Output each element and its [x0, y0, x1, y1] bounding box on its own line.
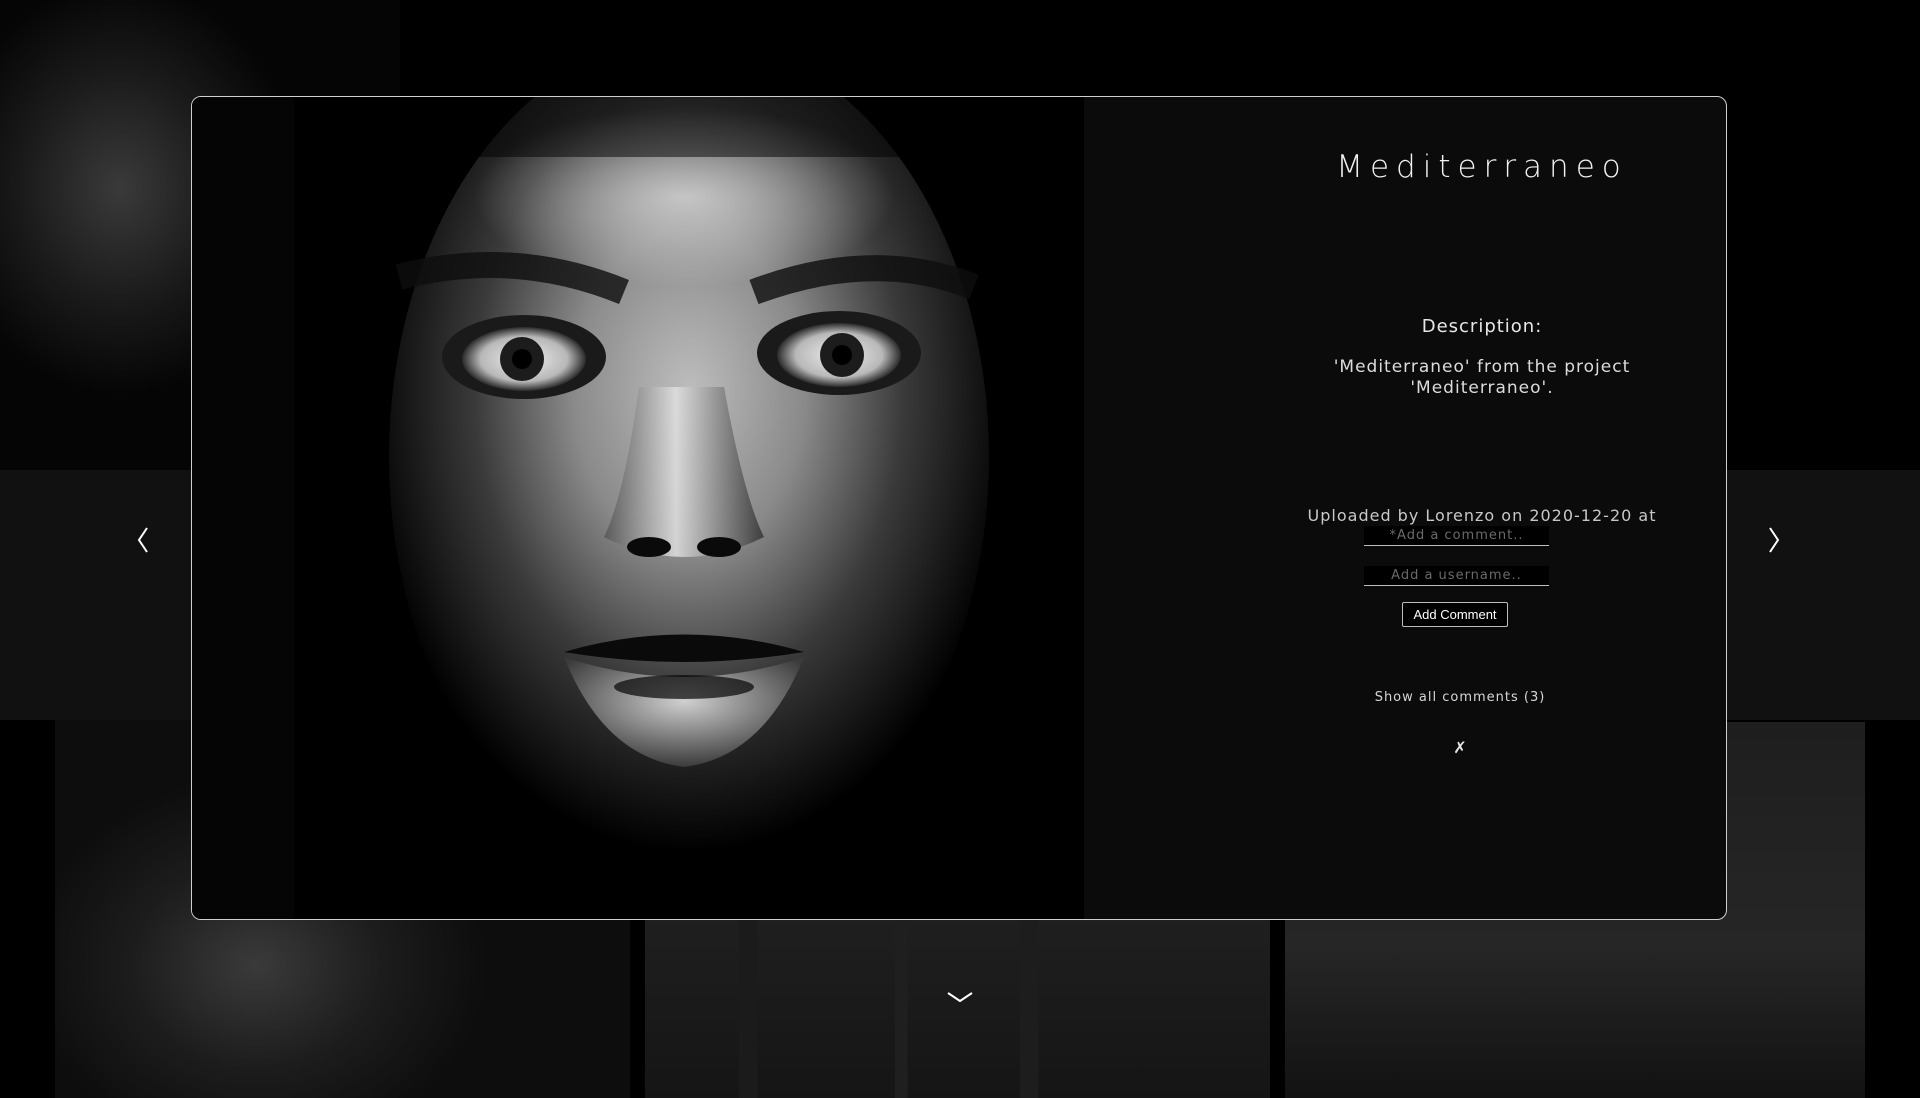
photo-title: Mediterraneo [1336, 149, 1628, 185]
photo-detail-modal: Mediterraneo Description: 'Mediterraneo'… [191, 96, 1727, 920]
description-text: 'Mediterraneo' from the project 'Mediter… [1333, 357, 1631, 398]
show-all-comments-link[interactable]: Show all comments (3) [1330, 690, 1590, 705]
comment-input[interactable] [1364, 526, 1549, 546]
next-photo-button[interactable] [1754, 520, 1794, 560]
photo-panel-margin [192, 97, 294, 919]
gallery-page: Mediterraneo Description: 'Mediterraneo'… [0, 0, 1920, 1098]
face-photograph [294, 97, 1084, 919]
close-modal-button[interactable]: ✗ [1448, 738, 1472, 757]
description-heading: Description: [1421, 316, 1543, 337]
chevron-down-icon [947, 992, 973, 1003]
chevron-right-icon [1769, 527, 1780, 553]
chevron-left-icon [137, 527, 148, 553]
previous-photo-button[interactable] [123, 520, 163, 560]
add-comment-button[interactable]: Add Comment [1402, 602, 1508, 627]
photo-image [294, 97, 1084, 919]
photo-info-panel: Mediterraneo Description: 'Mediterraneo'… [1262, 97, 1702, 919]
username-input[interactable] [1364, 566, 1549, 586]
scroll-down-button[interactable] [940, 982, 980, 1012]
